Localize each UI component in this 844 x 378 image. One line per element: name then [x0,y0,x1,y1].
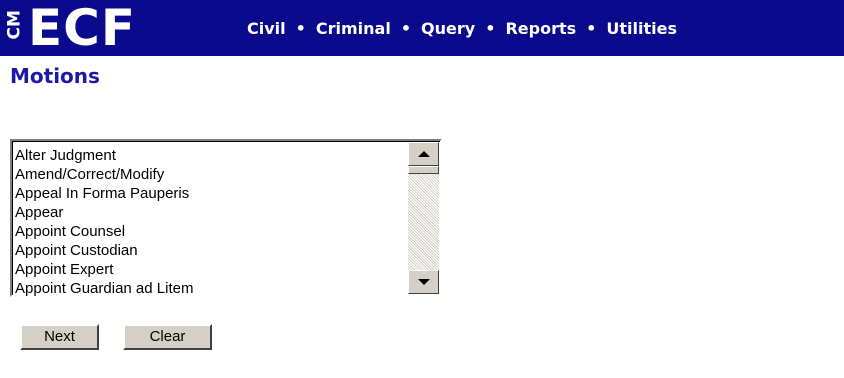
scroll-up-button[interactable] [408,142,439,166]
list-item-amend-correct-modify[interactable]: Amend/Correct/Modify [15,165,405,184]
page-title: Motions [10,64,100,88]
nav-criminal[interactable]: Criminal [316,19,391,38]
list-item-appoint-expert[interactable]: Appoint Expert [15,260,405,279]
triangle-up-icon [417,151,430,157]
nav-separator: • [485,18,496,38]
list-item-appoint-custodian[interactable]: Appoint Custodian [15,241,405,260]
scroll-thumb[interactable] [408,166,439,174]
nav-separator: • [586,18,597,38]
listbox-scrollbar[interactable] [408,142,439,294]
scroll-down-button[interactable] [408,270,439,294]
list-item-appoint-counsel[interactable]: Appoint Counsel [15,222,405,241]
triangle-down-icon [417,279,430,285]
list-item-appear[interactable]: Appear [15,203,405,222]
logo-ecf-text: ECF [28,0,137,57]
nav-separator: • [400,18,412,38]
list-item-appoint-guardian-ad-litem[interactable]: Appoint Guardian ad Litem [15,279,405,298]
next-button[interactable]: Next [20,324,99,350]
motions-listbox[interactable]: Alter Judgment Amend/Correct/Modify Appe… [10,139,442,297]
list-item-appeal-in-forma-pauperis[interactable]: Appeal In Forma Pauperis [15,184,405,203]
nav-reports[interactable]: Reports [505,19,576,38]
header-bar: CM ECF Civil • Criminal • Query • Report… [0,0,844,56]
clear-button[interactable]: Clear [123,324,212,350]
nav-separator: • [295,18,306,38]
motions-list: Alter Judgment Amend/Correct/Modify Appe… [15,146,405,298]
nav-query[interactable]: Query [421,19,475,38]
cmecf-logo: CM ECF [4,0,136,56]
nav-utilities[interactable]: Utilities [606,19,677,38]
logo-cm-text: CM [4,9,25,39]
list-item-alter-judgment[interactable]: Alter Judgment [15,146,405,165]
main-nav: Civil • Criminal • Query • Reports • Uti… [247,0,677,56]
nav-civil[interactable]: Civil [247,19,286,38]
